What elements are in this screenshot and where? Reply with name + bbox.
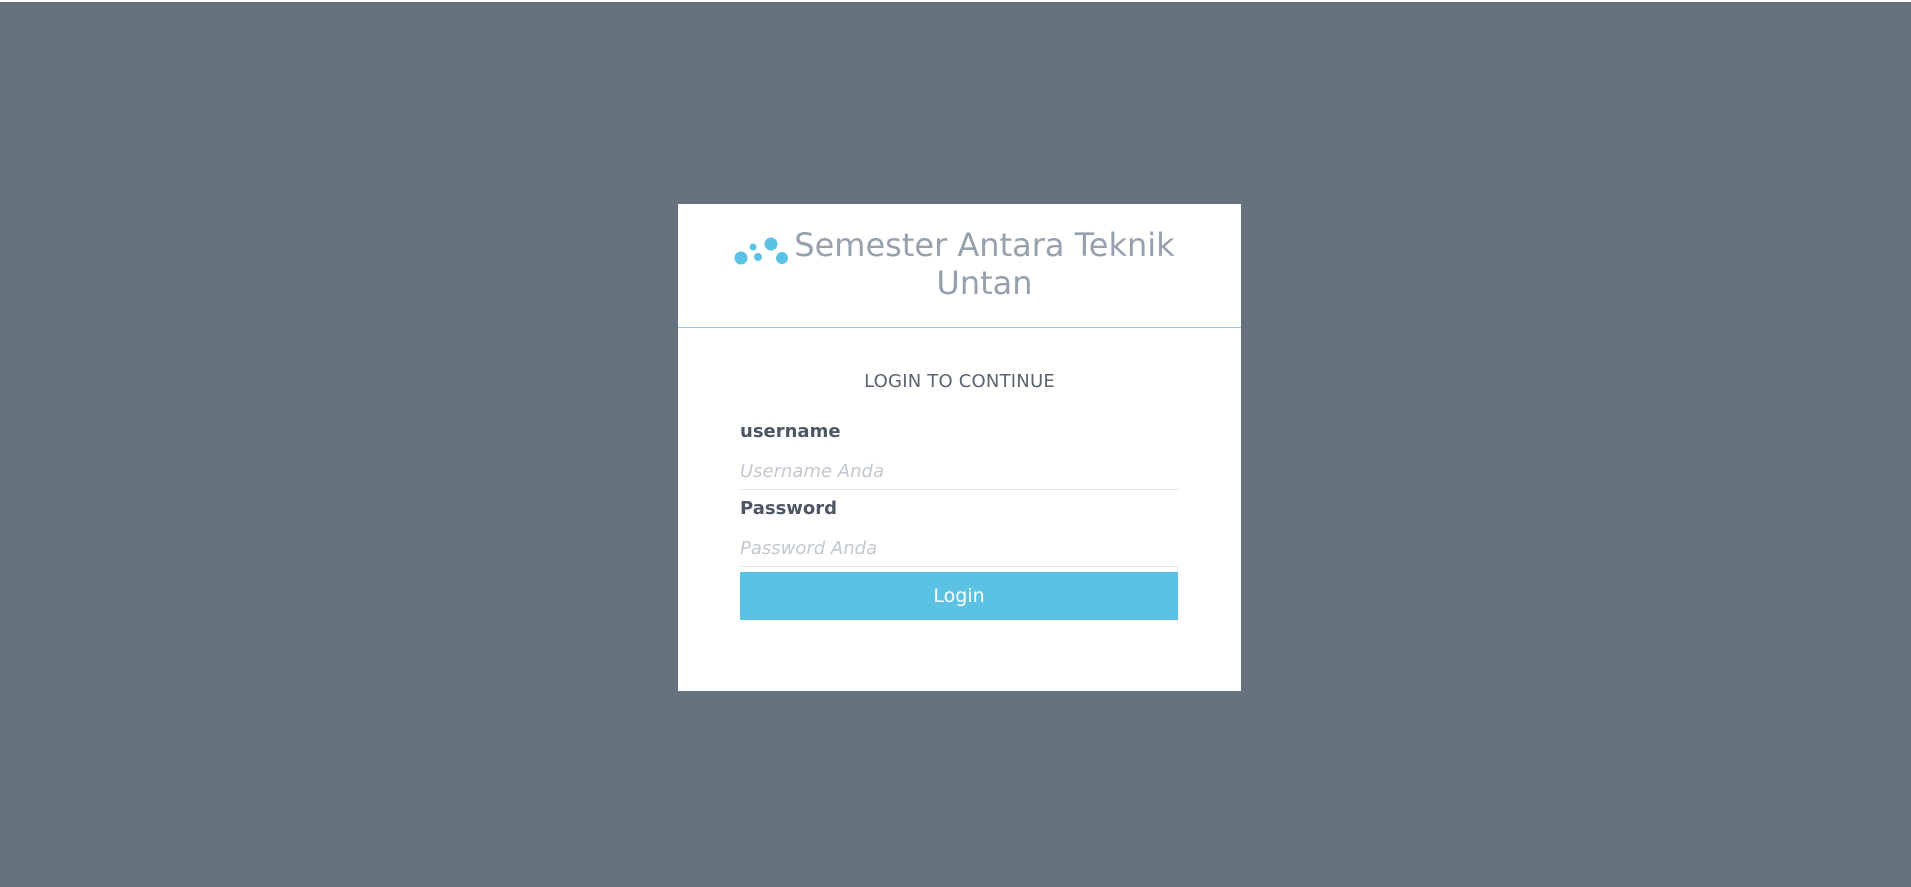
password-input[interactable] — [740, 520, 1178, 567]
login-card: Semester Antara Teknik Untan LOGIN TO CO… — [678, 204, 1241, 691]
login-button[interactable]: Login — [740, 572, 1178, 620]
password-label: Password — [740, 498, 838, 519]
username-input[interactable] — [740, 443, 1178, 490]
login-heading: LOGIN TO CONTINUE — [864, 371, 1055, 392]
username-label: username — [740, 421, 841, 442]
brand-title: Semester Antara Teknik Untan — [794, 226, 1175, 302]
login-form: LOGIN TO CONTINUE username Password Logi… — [678, 371, 1241, 620]
card-header: Semester Antara Teknik Untan — [678, 204, 1241, 328]
top-edge-strip — [0, 0, 1911, 2]
